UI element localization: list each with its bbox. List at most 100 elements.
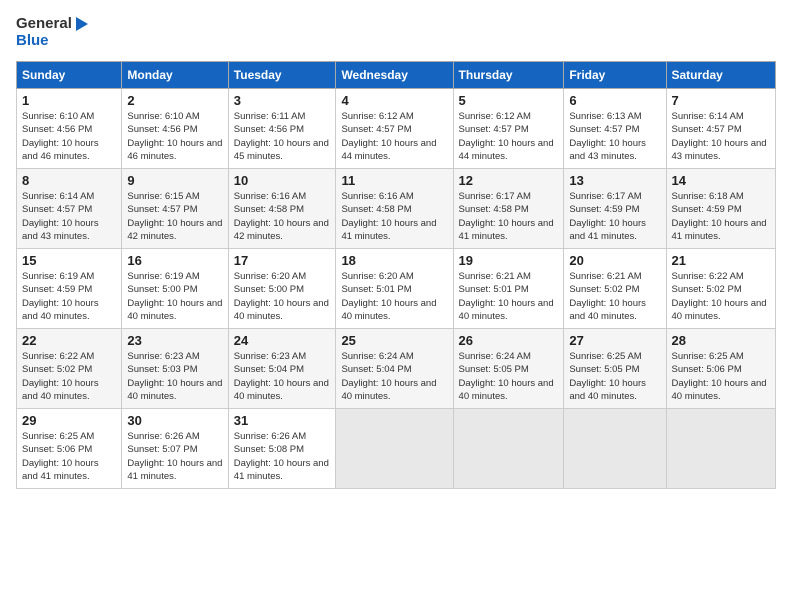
day-number: 11 xyxy=(341,173,447,188)
calendar-cell: 13 Sunrise: 6:17 AMSunset: 4:59 PMDayligh… xyxy=(564,169,666,249)
day-info: Sunrise: 6:14 AMSunset: 4:57 PMDaylight:… xyxy=(672,110,771,163)
calendar-cell: 19 Sunrise: 6:21 AMSunset: 5:01 PMDayligh… xyxy=(453,249,564,329)
day-number: 1 xyxy=(22,93,116,108)
day-info: Sunrise: 6:26 AMSunset: 5:08 PMDaylight:… xyxy=(234,430,331,483)
day-info: Sunrise: 6:17 AMSunset: 4:58 PMDaylight:… xyxy=(459,190,559,243)
calendar-cell: 24 Sunrise: 6:23 AMSunset: 5:04 PMDayligh… xyxy=(228,329,336,409)
day-info: Sunrise: 6:15 AMSunset: 4:57 PMDaylight:… xyxy=(127,190,222,243)
calendar-cell: 22 Sunrise: 6:22 AMSunset: 5:02 PMDayligh… xyxy=(17,329,122,409)
calendar-week-3: 15 Sunrise: 6:19 AMSunset: 4:59 PMDayligh… xyxy=(17,249,776,329)
calendar-week-2: 8 Sunrise: 6:14 AMSunset: 4:57 PMDaylight… xyxy=(17,169,776,249)
day-info: Sunrise: 6:22 AMSunset: 5:02 PMDaylight:… xyxy=(22,350,116,403)
calendar-header-row: SundayMondayTuesdayWednesdayThursdayFrid… xyxy=(17,62,776,89)
day-info: Sunrise: 6:25 AMSunset: 5:06 PMDaylight:… xyxy=(672,350,771,403)
day-info: Sunrise: 6:10 AMSunset: 4:56 PMDaylight:… xyxy=(127,110,222,163)
column-header-wednesday: Wednesday xyxy=(336,62,453,89)
day-info: Sunrise: 6:23 AMSunset: 5:03 PMDaylight:… xyxy=(127,350,222,403)
calendar-cell: 18 Sunrise: 6:20 AMSunset: 5:01 PMDayligh… xyxy=(336,249,453,329)
column-header-friday: Friday xyxy=(564,62,666,89)
day-info: Sunrise: 6:19 AMSunset: 4:59 PMDaylight:… xyxy=(22,270,116,323)
page-header: General Blue xyxy=(16,16,776,49)
calendar-cell: 10Sunrise: 6:16 AMSunset: 4:58 PMDayligh… xyxy=(228,169,336,249)
column-header-saturday: Saturday xyxy=(666,62,776,89)
day-number: 19 xyxy=(459,253,559,268)
day-number: 18 xyxy=(341,253,447,268)
day-info: Sunrise: 6:25 AMSunset: 5:05 PMDaylight:… xyxy=(569,350,660,403)
calendar-cell: 11Sunrise: 6:16 AMSunset: 4:58 PMDayligh… xyxy=(336,169,453,249)
day-info: Sunrise: 6:10 AMSunset: 4:56 PMDaylight:… xyxy=(22,110,116,163)
day-info: Sunrise: 6:25 AMSunset: 5:06 PMDaylight:… xyxy=(22,430,116,483)
day-number: 25 xyxy=(341,333,447,348)
day-number: 6 xyxy=(569,93,660,108)
day-number: 27 xyxy=(569,333,660,348)
day-number: 22 xyxy=(22,333,116,348)
day-info: Sunrise: 6:21 AMSunset: 5:01 PMDaylight:… xyxy=(459,270,559,323)
day-info: Sunrise: 6:12 AMSunset: 4:57 PMDaylight:… xyxy=(341,110,447,163)
calendar-cell xyxy=(336,409,453,489)
calendar-cell: 25 Sunrise: 6:24 AMSunset: 5:04 PMDayligh… xyxy=(336,329,453,409)
calendar-cell: 1 Sunrise: 6:10 AMSunset: 4:56 PMDaylight… xyxy=(17,89,122,169)
calendar-cell: 20 Sunrise: 6:21 AMSunset: 5:02 PMDayligh… xyxy=(564,249,666,329)
day-number: 20 xyxy=(569,253,660,268)
calendar-cell: 16Sunrise: 6:19 AMSunset: 5:00 PMDayligh… xyxy=(122,249,228,329)
column-header-thursday: Thursday xyxy=(453,62,564,89)
day-number: 8 xyxy=(22,173,116,188)
calendar-cell xyxy=(564,409,666,489)
calendar-cell: 26 Sunrise: 6:24 AMSunset: 5:05 PMDayligh… xyxy=(453,329,564,409)
calendar-cell: 3Sunrise: 6:11 AMSunset: 4:56 PMDaylight… xyxy=(228,89,336,169)
day-info: Sunrise: 6:24 AMSunset: 5:04 PMDaylight:… xyxy=(341,350,447,403)
day-info: Sunrise: 6:23 AMSunset: 5:04 PMDaylight:… xyxy=(234,350,331,403)
calendar-cell: 9Sunrise: 6:15 AMSunset: 4:57 PMDaylight… xyxy=(122,169,228,249)
day-number: 23 xyxy=(127,333,222,348)
day-number: 26 xyxy=(459,333,559,348)
day-number: 3 xyxy=(234,93,331,108)
calendar-table: SundayMondayTuesdayWednesdayThursdayFrid… xyxy=(16,61,776,489)
logo: General Blue xyxy=(16,16,96,49)
day-number: 12 xyxy=(459,173,559,188)
calendar-week-5: 29Sunrise: 6:25 AMSunset: 5:06 PMDayligh… xyxy=(17,409,776,489)
day-info: Sunrise: 6:26 AMSunset: 5:07 PMDaylight:… xyxy=(127,430,222,483)
day-info: Sunrise: 6:18 AMSunset: 4:59 PMDaylight:… xyxy=(672,190,771,243)
day-info: Sunrise: 6:14 AMSunset: 4:57 PMDaylight:… xyxy=(22,190,116,243)
calendar-cell: 4 Sunrise: 6:12 AMSunset: 4:57 PMDaylight… xyxy=(336,89,453,169)
day-number: 31 xyxy=(234,413,331,428)
day-number: 24 xyxy=(234,333,331,348)
day-info: Sunrise: 6:16 AMSunset: 4:58 PMDaylight:… xyxy=(234,190,331,243)
calendar-cell: 30 Sunrise: 6:26 AMSunset: 5:07 PMDayligh… xyxy=(122,409,228,489)
logo-text: General Blue xyxy=(16,16,96,49)
column-header-tuesday: Tuesday xyxy=(228,62,336,89)
calendar-cell: 12 Sunrise: 6:17 AMSunset: 4:58 PMDayligh… xyxy=(453,169,564,249)
calendar-cell xyxy=(666,409,776,489)
day-info: Sunrise: 6:21 AMSunset: 5:02 PMDaylight:… xyxy=(569,270,660,323)
calendar-cell: 21 Sunrise: 6:22 AMSunset: 5:02 PMDayligh… xyxy=(666,249,776,329)
day-number: 17 xyxy=(234,253,331,268)
day-number: 13 xyxy=(569,173,660,188)
day-number: 4 xyxy=(341,93,447,108)
column-header-monday: Monday xyxy=(122,62,228,89)
calendar-week-1: 1 Sunrise: 6:10 AMSunset: 4:56 PMDaylight… xyxy=(17,89,776,169)
calendar-cell: 8 Sunrise: 6:14 AMSunset: 4:57 PMDaylight… xyxy=(17,169,122,249)
day-info: Sunrise: 6:17 AMSunset: 4:59 PMDaylight:… xyxy=(569,190,660,243)
day-number: 28 xyxy=(672,333,771,348)
day-number: 15 xyxy=(22,253,116,268)
logo-arrow-icon xyxy=(76,17,96,31)
day-number: 21 xyxy=(672,253,771,268)
day-info: Sunrise: 6:22 AMSunset: 5:02 PMDaylight:… xyxy=(672,270,771,323)
day-number: 2 xyxy=(127,93,222,108)
calendar-cell xyxy=(453,409,564,489)
column-header-sunday: Sunday xyxy=(17,62,122,89)
calendar-cell: 28 Sunrise: 6:25 AMSunset: 5:06 PMDayligh… xyxy=(666,329,776,409)
calendar-cell: 2 Sunrise: 6:10 AMSunset: 4:56 PMDaylight… xyxy=(122,89,228,169)
day-number: 5 xyxy=(459,93,559,108)
calendar-cell: 29Sunrise: 6:25 AMSunset: 5:06 PMDayligh… xyxy=(17,409,122,489)
day-info: Sunrise: 6:24 AMSunset: 5:05 PMDaylight:… xyxy=(459,350,559,403)
day-info: Sunrise: 6:20 AMSunset: 5:01 PMDaylight:… xyxy=(341,270,447,323)
day-info: Sunrise: 6:12 AMSunset: 4:57 PMDaylight:… xyxy=(459,110,559,163)
calendar-cell: 23 Sunrise: 6:23 AMSunset: 5:03 PMDayligh… xyxy=(122,329,228,409)
day-info: Sunrise: 6:13 AMSunset: 4:57 PMDaylight:… xyxy=(569,110,660,163)
day-number: 14 xyxy=(672,173,771,188)
calendar-cell: 6 Sunrise: 6:13 AMSunset: 4:57 PMDaylight… xyxy=(564,89,666,169)
calendar-cell: 15 Sunrise: 6:19 AMSunset: 4:59 PMDayligh… xyxy=(17,249,122,329)
calendar-cell: 27 Sunrise: 6:25 AMSunset: 5:05 PMDayligh… xyxy=(564,329,666,409)
day-number: 30 xyxy=(127,413,222,428)
